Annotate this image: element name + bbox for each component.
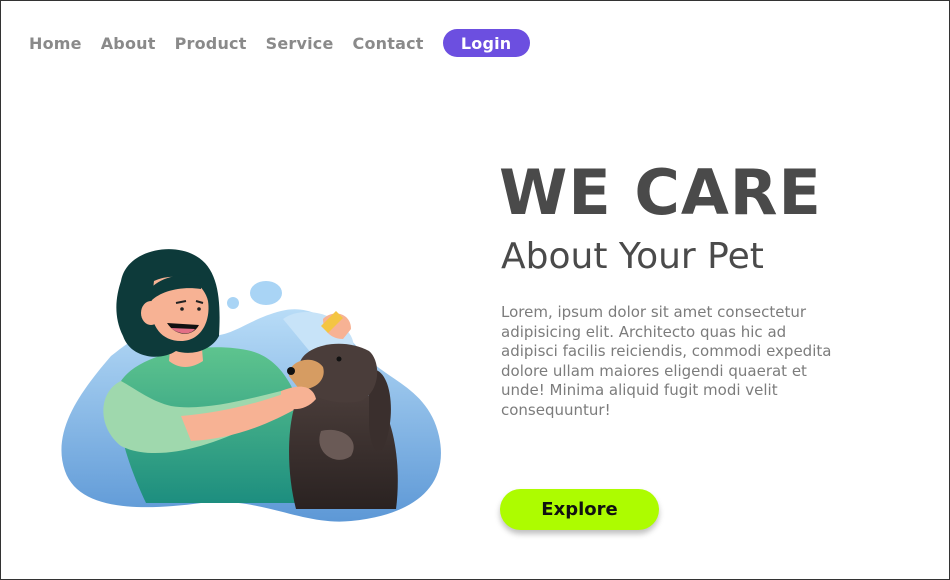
- nav-service[interactable]: Service: [266, 34, 334, 53]
- login-button[interactable]: Login: [442, 29, 530, 57]
- eye-right: [197, 307, 201, 311]
- explore-button[interactable]: Explore: [500, 489, 659, 530]
- bubble-large: [250, 281, 282, 305]
- nav-product[interactable]: Product: [175, 34, 247, 53]
- nav-contact[interactable]: Contact: [353, 34, 424, 53]
- dog-eye: [336, 356, 342, 362]
- ear: [141, 301, 161, 325]
- bubble-small: [227, 297, 239, 309]
- nav-about[interactable]: About: [101, 34, 156, 53]
- dog-nose: [287, 367, 295, 375]
- hero-paragraph: Lorem, ipsum dolor sit amet consectetur …: [501, 303, 832, 419]
- hero-subheadline: About Your Pet: [501, 236, 764, 277]
- top-nav: Home About Product Service Contact Login: [29, 29, 530, 57]
- pet-care-illustration: [61, 249, 441, 522]
- page: Home About Product Service Contact Login: [0, 0, 950, 580]
- hero-headline: WE CARE: [499, 156, 822, 229]
- eye-left: [180, 307, 184, 311]
- nav-home[interactable]: Home: [29, 34, 82, 53]
